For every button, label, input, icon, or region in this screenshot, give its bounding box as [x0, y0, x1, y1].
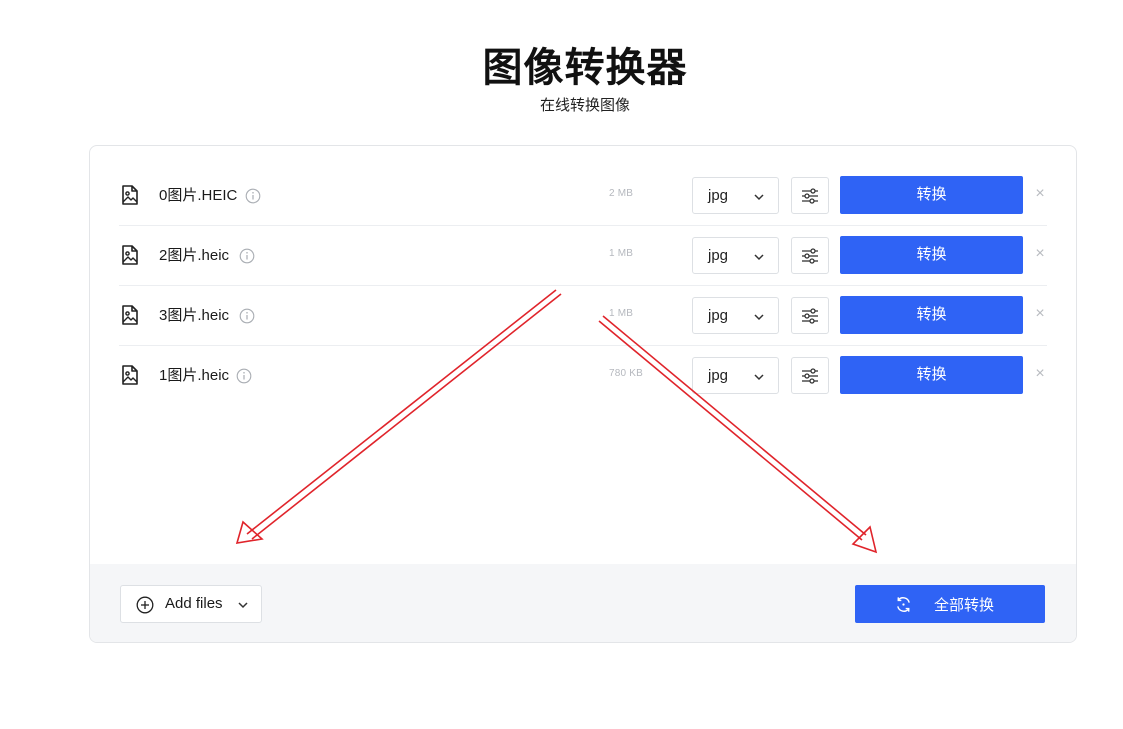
file-name: 2图片.heic — [159, 247, 230, 264]
plus-circle-icon — [136, 596, 154, 614]
image-file-icon — [122, 185, 138, 205]
file-size: 1 MB — [609, 248, 634, 259]
convert-button[interactable]: 转换 — [840, 296, 1023, 334]
image-converter-page: 图像转换器 在线转换图像 0图片.HEIC 2 MB jpg 转换 × 2图片.… — [0, 0, 1123, 729]
info-icon[interactable] — [245, 188, 261, 204]
chevron-down-icon — [754, 374, 764, 381]
page-header: 图像转换器 在线转换图像 — [0, 40, 1123, 116]
format-value: jpg — [708, 187, 729, 204]
file-size: 1 MB — [609, 308, 634, 319]
sliders-icon — [802, 188, 818, 204]
remove-file-button[interactable]: × — [1032, 244, 1048, 264]
info-icon[interactable] — [239, 248, 255, 264]
convert-button[interactable]: 转换 — [840, 236, 1023, 274]
format-value: jpg — [708, 247, 729, 264]
file-size: 780 KB — [609, 368, 644, 379]
page-subtitle: 在线转换图像 — [539, 97, 630, 114]
file-row: 3图片.heic 1 MB jpg 转换 × — [119, 286, 1047, 346]
format-select[interactable]: jpg — [692, 357, 779, 394]
file-name: 1图片.heic — [159, 367, 230, 384]
chevron-down-icon — [754, 194, 764, 201]
format-select[interactable]: jpg — [692, 297, 779, 334]
add-files-label: Add files — [165, 595, 223, 612]
convert-all-button[interactable]: 全部转换 — [855, 585, 1045, 623]
sliders-icon — [802, 368, 818, 384]
settings-button[interactable] — [791, 357, 829, 394]
converter-panel: 0图片.HEIC 2 MB jpg 转换 × 2图片.heic 1 MB jpg… — [89, 145, 1077, 643]
file-list: 0图片.HEIC 2 MB jpg 转换 × 2图片.heic 1 MB jpg… — [119, 166, 1047, 405]
image-file-icon — [122, 365, 138, 385]
refresh-icon — [897, 597, 910, 612]
file-name: 0图片.HEIC — [159, 187, 238, 204]
panel-footer: Add files 全部转换 — [90, 564, 1076, 642]
format-value: jpg — [708, 367, 729, 384]
image-file-icon — [122, 245, 138, 265]
convert-button[interactable]: 转换 — [840, 176, 1023, 214]
settings-button[interactable] — [791, 177, 829, 214]
page-title: 图像转换器 — [482, 46, 688, 90]
chevron-down-icon — [754, 314, 764, 321]
info-icon[interactable] — [239, 308, 255, 324]
info-icon[interactable] — [236, 368, 252, 384]
file-size: 2 MB — [609, 188, 634, 199]
format-select[interactable]: jpg — [692, 237, 779, 274]
chevron-down-icon — [238, 602, 248, 609]
image-file-icon — [122, 305, 138, 325]
file-row: 1图片.heic 780 KB jpg 转换 × — [119, 346, 1047, 405]
file-name: 3图片.heic — [159, 307, 230, 324]
convert-all-label: 全部转换 — [934, 597, 995, 614]
convert-button[interactable]: 转换 — [840, 356, 1023, 394]
chevron-down-icon — [754, 254, 764, 261]
remove-file-button[interactable]: × — [1032, 304, 1048, 324]
sliders-icon — [802, 248, 818, 264]
settings-button[interactable] — [791, 237, 829, 274]
format-value: jpg — [708, 307, 729, 324]
add-files-button[interactable]: Add files — [120, 585, 262, 623]
file-row: 2图片.heic 1 MB jpg 转换 × — [119, 226, 1047, 286]
file-row: 0图片.HEIC 2 MB jpg 转换 × — [119, 166, 1047, 226]
settings-button[interactable] — [791, 297, 829, 334]
remove-file-button[interactable]: × — [1032, 184, 1048, 204]
remove-file-button[interactable]: × — [1032, 364, 1048, 384]
format-select[interactable]: jpg — [692, 177, 779, 214]
sliders-icon — [802, 308, 818, 324]
